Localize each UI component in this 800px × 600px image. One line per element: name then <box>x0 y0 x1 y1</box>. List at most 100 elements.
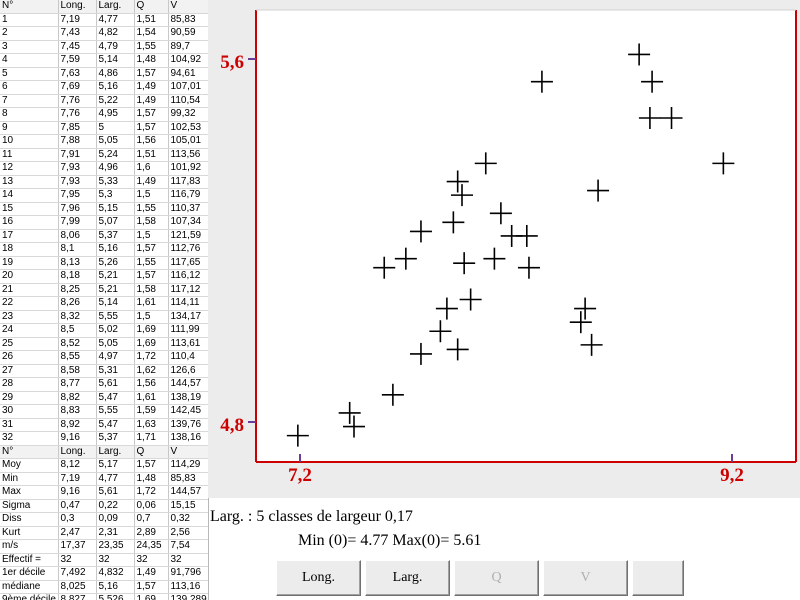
data-grid[interactable]: N° Long. Larg. Q V 1 7,19 4,77 1,51 85,83 2 7,43 4,8… <box>0 0 209 600</box>
table-cell: 4,82 <box>96 26 135 41</box>
table-row[interactable]: 26 8,55 4,97 1,72 110,4 <box>0 350 208 365</box>
table-cell: 1,72 <box>134 350 169 365</box>
stats-row[interactable]: médiane 8,025 5,16 1,57 113,16 <box>0 580 208 594</box>
stats-row[interactable]: Effectif = 32 32 32 32 <box>0 553 208 567</box>
table-row[interactable]: 24 8,5 5,02 1,69 111,99 <box>0 323 208 338</box>
table-cell: 16 <box>0 215 59 230</box>
table-row[interactable]: 15 7,96 5,15 1,55 110,37 <box>0 202 208 216</box>
table-row[interactable]: 10 7,88 5,05 1,56 105,01 <box>0 134 208 149</box>
table-cell: 4,77 <box>96 472 135 486</box>
table-cell: 8,58 <box>58 364 97 378</box>
table-row[interactable]: 9 7,85 5 1,57 102,53 <box>0 121 208 135</box>
table-cell: 32 <box>168 553 208 567</box>
table-row[interactable]: 29 8,82 5,47 1,61 138,19 <box>0 391 208 405</box>
stats-row[interactable]: Diss 0,3 0,09 0,7 0,32 <box>0 512 208 527</box>
table-cell: 1,56 <box>134 377 169 392</box>
table-cell: 102,53 <box>168 121 208 135</box>
y-tick-label: 5,6 <box>220 52 244 73</box>
table-cell: 113,56 <box>168 148 208 162</box>
table-row[interactable]: 32 9,16 5,37 1,71 138,16 <box>0 431 208 446</box>
table-row[interactable]: 3 7,45 4,79 1,55 89,7 <box>0 40 208 54</box>
table-cell: 142,45 <box>168 404 208 419</box>
table-cell: 1,5 <box>134 310 169 324</box>
stats-row[interactable]: Sigma 0,47 0,22 0,06 15,15 <box>0 499 208 513</box>
table-row[interactable]: 7 7,76 5,22 1,49 110,54 <box>0 94 208 108</box>
table-cell: 9ème décile <box>0 593 59 600</box>
table-cell: 7,96 <box>58 202 97 216</box>
table-row[interactable]: 14 7,95 5,3 1,5 116,79 <box>0 188 208 203</box>
stats-row[interactable]: 1er décile 7,492 4,832 1,49 91,796 <box>0 566 208 581</box>
table-cell: 5,05 <box>96 134 135 149</box>
table-cell: 5,14 <box>96 296 135 311</box>
table-header-row[interactable]: N° Long. Larg. Q V <box>0 445 208 459</box>
table-row[interactable]: 21 8,25 5,21 1,58 117,12 <box>0 283 208 297</box>
stats-row[interactable]: Min 7,19 4,77 1,48 85,83 <box>0 472 208 486</box>
table-cell: 7,45 <box>58 40 97 54</box>
table-cell: 1,54 <box>134 26 169 41</box>
table-cell: 5,21 <box>96 269 135 284</box>
larg-button[interactable]: Larg. <box>365 560 450 596</box>
table-cell: 4 <box>0 53 59 68</box>
table-cell: 1,6 <box>134 161 169 176</box>
table-row[interactable]: 20 8,18 5,21 1,57 116,12 <box>0 269 208 284</box>
table-row[interactable]: 27 8,58 5,31 1,62 126,6 <box>0 364 208 378</box>
table-row[interactable]: 11 7,91 5,24 1,51 113,56 <box>0 148 208 162</box>
table-row[interactable]: 4 7,59 5,14 1,48 104,92 <box>0 53 208 68</box>
table-cell: 1,57 <box>134 580 169 594</box>
table-cell: 4,79 <box>96 40 135 54</box>
stats-row[interactable]: m/s 17,37 23,35 24,35 7,54 <box>0 539 208 554</box>
table-cell: 8,52 <box>58 337 97 351</box>
table-row[interactable]: 2 7,43 4,82 1,54 90,59 <box>0 26 208 41</box>
long-button[interactable]: Long. <box>276 560 361 596</box>
table-cell: 90,59 <box>168 26 208 41</box>
table-cell: 8 <box>0 107 59 122</box>
q-button[interactable]: Q <box>454 560 539 596</box>
table-cell: 14 <box>0 188 59 203</box>
table-cell: 1,48 <box>134 53 169 68</box>
table-cell: médiane <box>0 580 59 594</box>
table-row[interactable]: 30 8,83 5,55 1,59 142,45 <box>0 404 208 419</box>
table-row[interactable]: 8 7,76 4,95 1,57 99,32 <box>0 107 208 122</box>
table-cell: 15,15 <box>168 499 208 513</box>
blank-button[interactable] <box>632 560 684 596</box>
table-cell: 101,92 <box>168 161 208 176</box>
scatter-chart: 5,6 4,8 7,2 9,2 <box>220 9 797 486</box>
table-row[interactable]: 23 8,32 5,55 1,5 134,17 <box>0 310 208 324</box>
table-row[interactable]: 18 8,1 5,16 1,57 112,76 <box>0 242 208 257</box>
table-header-row[interactable]: N° Long. Larg. Q V <box>0 0 208 14</box>
table-row[interactable]: 12 7,93 4,96 1,6 101,92 <box>0 161 208 176</box>
table-row[interactable]: 5 7,63 4,86 1,57 94,61 <box>0 67 208 81</box>
stats-row[interactable]: Kurt 2,47 2,31 2,89 2,56 <box>0 526 208 540</box>
table-row[interactable]: 1 7,19 4,77 1,51 85,83 <box>0 13 208 27</box>
table-cell: 94,61 <box>168 67 208 81</box>
v-button[interactable]: V <box>543 560 628 596</box>
table-cell: 8,06 <box>58 229 97 243</box>
table-cell: 1 <box>0 13 59 27</box>
table-row[interactable]: 31 8,92 5,47 1,63 139,76 <box>0 418 208 432</box>
table-row[interactable]: 6 7,69 5,16 1,49 107,01 <box>0 80 208 95</box>
table-cell: 8,18 <box>58 269 97 284</box>
table-cell: N° <box>0 0 59 14</box>
table-row[interactable]: 25 8,52 5,05 1,69 113,61 <box>0 337 208 351</box>
table-cell: 1,57 <box>134 269 169 284</box>
table-cell: 7,69 <box>58 80 97 95</box>
table-cell: 7,43 <box>58 26 97 41</box>
table-cell: 5,47 <box>96 418 135 432</box>
table-cell: 7,19 <box>58 13 97 27</box>
table-cell: 17,37 <box>58 539 97 554</box>
table-cell: 7,492 <box>58 566 97 581</box>
table-row[interactable]: 28 8,77 5,61 1,56 144,57 <box>0 377 208 392</box>
table-row[interactable]: 22 8,26 5,14 1,61 114,11 <box>0 296 208 311</box>
table-row[interactable]: 13 7,93 5,33 1,49 117,83 <box>0 175 208 189</box>
table-cell: 144,57 <box>168 485 208 500</box>
stats-row[interactable]: Max 9,16 5,61 1,72 144,57 <box>0 485 208 500</box>
table-cell: 0,47 <box>58 499 97 513</box>
table-cell: 134,17 <box>168 310 208 324</box>
table-row[interactable]: 19 8,13 5,26 1,55 117,65 <box>0 256 208 270</box>
table-row[interactable]: 17 8,06 5,37 1,5 121,59 <box>0 229 208 243</box>
table-cell: 112,76 <box>168 242 208 257</box>
table-row[interactable]: 16 7,99 5,07 1,58 107,34 <box>0 215 208 230</box>
stats-row[interactable]: 9ème décile 8,827 5,526 1,69 139,289 <box>0 593 208 600</box>
table-cell: 31 <box>0 418 59 432</box>
stats-row[interactable]: Moy 8,12 5,17 1,57 114,29 <box>0 458 208 473</box>
